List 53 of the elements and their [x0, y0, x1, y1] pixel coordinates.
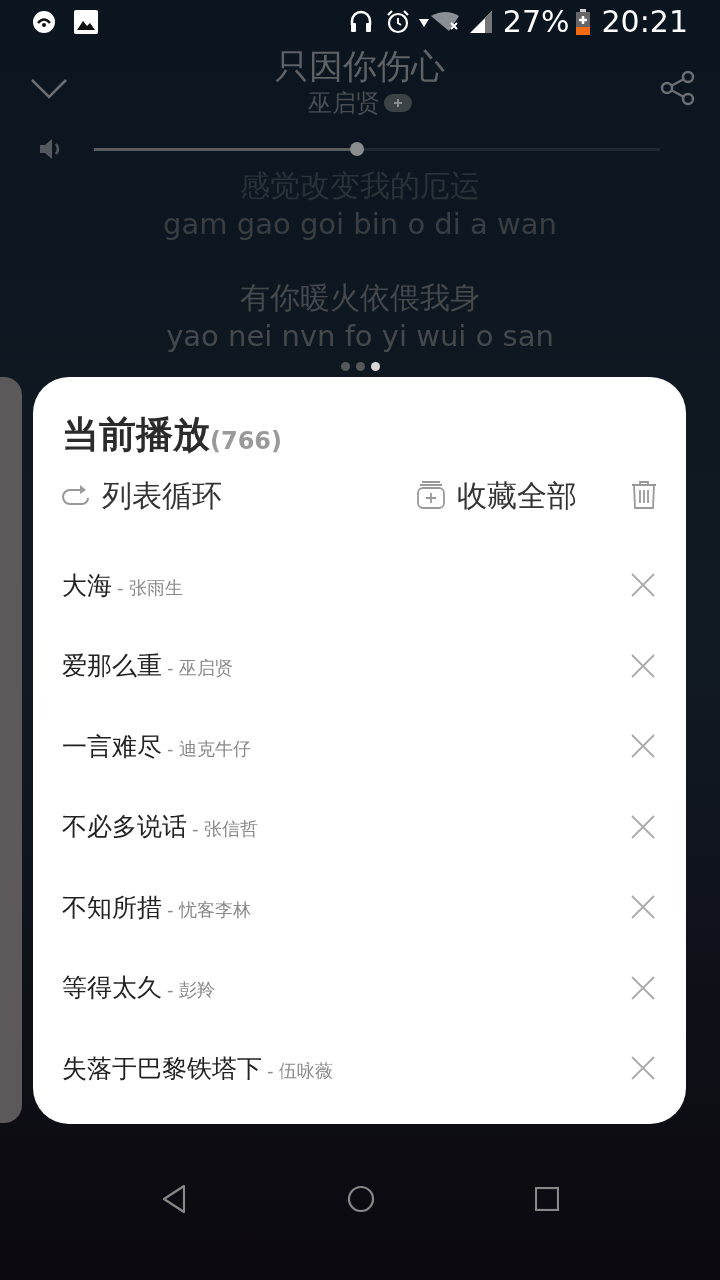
song-artist: - 彭羚 [167, 978, 216, 1002]
follow-plus-icon[interactable] [384, 94, 412, 112]
collect-all-button[interactable]: 收藏全部 [417, 472, 577, 518]
song-artist: - 忧客李林 [167, 897, 252, 922]
song-item[interactable]: 等得太久 - 彭羚 [62, 969, 631, 1007]
close-icon[interactable] [631, 895, 655, 920]
volume-slider[interactable] [94, 142, 660, 156]
repeat-icon [62, 482, 90, 508]
song-title: 等得太久 [62, 972, 162, 1004]
song-title: 不必多说话 [62, 811, 187, 843]
song-artist: - 巫启贤 [167, 656, 234, 680]
play-mode-button[interactable]: 列表循环 [62, 472, 222, 518]
back-icon[interactable] [161, 1183, 187, 1214]
battery-percent: 27% [502, 7, 570, 37]
lyric-line: 有你暖火依偎我身 [240, 279, 480, 317]
song-item[interactable]: 爱那么重 - 巫启贤 [62, 647, 631, 685]
song-item[interactable]: 不知所措 - 忧客李林 [62, 888, 631, 926]
song-title: 爱那么重 [62, 650, 162, 682]
song-artist: - 伍咏薇 [267, 1058, 334, 1083]
close-icon[interactable] [631, 814, 655, 839]
home-icon[interactable] [347, 1184, 375, 1213]
song-artist: - 张雨生 [117, 575, 184, 600]
song-title: 不知所措 [62, 891, 162, 924]
song-title: 只因你伤心 [275, 45, 445, 88]
notification-icon [32, 10, 56, 34]
close-icon[interactable] [631, 975, 655, 1000]
song-title: 一言难尽 [62, 730, 162, 763]
song-item[interactable]: 不必多说话 - 张信哲 [62, 808, 631, 846]
image-icon [74, 10, 98, 34]
close-icon[interactable] [631, 734, 655, 759]
lyric-romanization: yao nei nvn fo yi wui o san [166, 318, 554, 354]
add-to-folder-icon [417, 480, 445, 510]
playlist-title: 当前播放 [62, 412, 210, 458]
close-icon[interactable] [631, 573, 655, 598]
song-item[interactable]: 失落于巴黎铁塔下 - 伍咏薇 [62, 1049, 631, 1087]
song-title: 失落于巴黎铁塔下 [62, 1052, 262, 1085]
share-icon[interactable] [660, 70, 696, 106]
clock: 20:21 [601, 7, 688, 37]
song-item[interactable]: 一言难尽 - 迪克牛仔 [62, 727, 631, 765]
close-icon[interactable] [631, 653, 655, 678]
recents-icon[interactable] [535, 1186, 559, 1211]
song-item[interactable]: 大海 - 张雨生 [62, 566, 631, 604]
close-icon[interactable] [631, 1056, 655, 1081]
song-title: 大海 [62, 569, 112, 602]
playlist-count: (766) [210, 427, 283, 457]
song-artist: - 张信哲 [192, 817, 259, 841]
signal-icon [468, 10, 493, 34]
song-artist: - 迪克牛仔 [167, 736, 252, 761]
collapse-chevron-icon[interactable] [30, 78, 68, 100]
headphones-icon [348, 9, 373, 35]
trash-icon[interactable] [631, 480, 657, 510]
battery-icon [575, 9, 590, 35]
volume-thumb[interactable] [350, 142, 365, 156]
